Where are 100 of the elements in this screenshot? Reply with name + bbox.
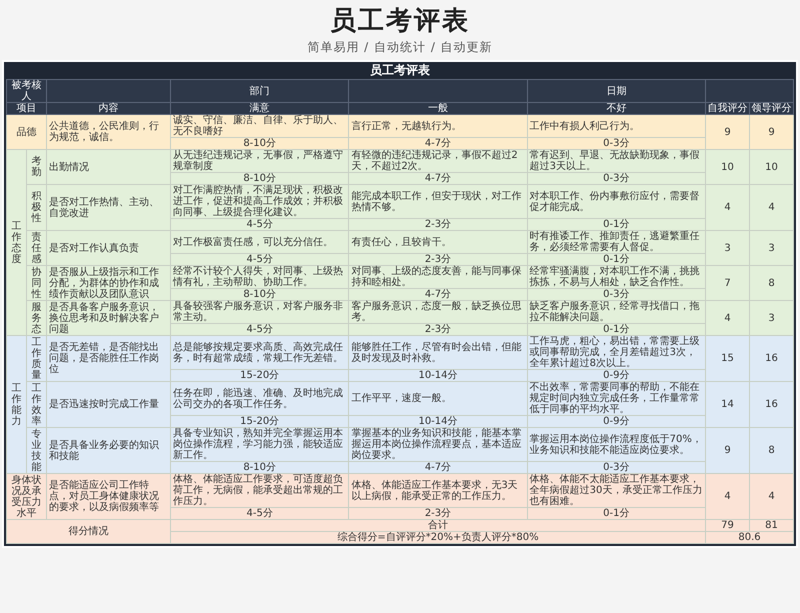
table-cell: 体格、体能适应工作基本要求，无3天以上病假，能承受正常的工作压力。 xyxy=(348,474,528,508)
table-cell: 0-1分 xyxy=(527,218,706,230)
table-cell: 8-10分 xyxy=(170,462,349,474)
table-cell: 是否对工作热情、主动、自觉改进 xyxy=(46,184,170,230)
table-cell: 是否迅速按时完成工作量 xyxy=(46,382,170,428)
table-cell: 经常牢骚满腹，对本职工作不满，挑挑拣拣，不易与人相处，缺乏合作性。 xyxy=(527,266,706,288)
header-cell: 领导评分 xyxy=(750,102,794,114)
header-cell: 不好 xyxy=(527,102,706,114)
table-cell: 诚实、守信、廉洁、自律、乐于助人、无不良嗜好 xyxy=(170,114,349,138)
table-cell: 10 xyxy=(706,150,750,184)
table-cell: 体格、体能不太能适应工作基本要求，全年病假超过30天，承受正常工作压力也有困难。 xyxy=(527,474,706,508)
table-cell: 4-7分 xyxy=(348,462,528,474)
table-cell: 出勤情况 xyxy=(46,150,170,184)
table-cell: 品德 xyxy=(6,114,46,150)
table-cell: 2-3分 xyxy=(348,218,528,230)
table-cell: 2-3分 xyxy=(348,254,528,266)
table-cell: 0-1分 xyxy=(527,324,706,336)
table-cell: 有责任心，且较肯干。 xyxy=(348,230,528,254)
table-cell: 缺乏客户服务意识，经常寻找借口，拖拉不能解决问题。 xyxy=(527,300,706,324)
table-cell: 身体状况及承受压力水平 xyxy=(6,474,46,520)
header-cell: 被考核人 xyxy=(6,80,46,102)
table-cell: 3 xyxy=(750,300,794,336)
header-cell: 满意 xyxy=(170,102,349,114)
table-cell: 8 xyxy=(750,428,794,474)
table-cell: 有轻微的违纪违规记录，事假不超过2天，不超过2次。 xyxy=(348,150,528,172)
table-cell: 从无违纪违规记录，无事假，严格遵守规章制度 xyxy=(170,150,349,172)
table-cell: 对本职工作、份内事敷衍应付，需要督促才能完成。 xyxy=(527,184,706,218)
table-cell: 服务态 xyxy=(26,300,46,336)
table-cell: 是否具备业务必要的知识和技能 xyxy=(46,428,170,474)
table-cell: 经常不计较个人得失，对同事、上级热情有礼，主动帮助、协助工作。 xyxy=(170,266,349,288)
table-cell: 4-7分 xyxy=(348,138,528,150)
table-cell: 8-10分 xyxy=(170,288,349,300)
table-cell: 4-5分 xyxy=(170,254,349,266)
subtitle: 简单易用 / 自动统计 / 自动更新 xyxy=(307,40,493,55)
table-cell: 考勤 xyxy=(26,150,46,184)
table-cell: 2-3分 xyxy=(348,508,528,520)
header-cell: 自我评分 xyxy=(706,102,750,114)
table-cell: 能完成本职工作，但安于现状，对工作热情不够。 xyxy=(348,184,528,218)
table-cell: 工作态度 xyxy=(6,150,26,336)
table-cell: 对工作满腔热情，不满足现状，积极改进工作，促进和提高工作成效；并积极向同事、上级提合理化建议。 xyxy=(170,184,349,218)
table-cell: 10 xyxy=(750,150,794,184)
table-cell: 是否能适应公司工作特点，对员工身体健康状况的要求，以及病假频率等 xyxy=(46,474,170,520)
table-cell: 工作马虎，粗心，易出错，常需要上级或同事帮助完成，全月差错超过3次，全年累计超过8次以上。 xyxy=(527,336,706,370)
sheet-title: 员工考评表 xyxy=(369,63,431,78)
table-cell: 2-3分 xyxy=(348,324,528,336)
table-cell: 具备较强客户服务意识，对客户服务非常主动。 xyxy=(170,300,349,324)
table-cell: 15-20分 xyxy=(170,370,349,382)
table-cell: 工作平平，速度一般。 xyxy=(348,382,528,416)
table-cell: 4-7分 xyxy=(348,288,528,300)
table-cell: 掌握基本的业务知识和技能，能基本掌握运用本岗位操作流程要点，基本适应岗位要求。 xyxy=(348,428,528,462)
table-cell: 工作中有损人利己行为。 xyxy=(527,114,706,138)
table-cell: 是否无差错，是否能找出问题，是否能胜任工作岗位 xyxy=(46,336,170,382)
table-cell: 积极性 xyxy=(26,184,46,230)
table-cell: 0-3分 xyxy=(527,288,706,300)
table-cell: 对同事、上级的态度友善，能与同事保持和睦相处。 xyxy=(348,266,528,288)
table-cell: 任务在即，能迅速、准确、及时地完成公司交办的各项工作任务。 xyxy=(170,382,349,416)
table-cell: 4 xyxy=(750,184,794,230)
table-cell: 能够胜任工作，尽管有时会出错，但能及时发现及时补救。 xyxy=(348,336,528,370)
table-cell: 工作能力 xyxy=(6,336,26,474)
table-cell: 16 xyxy=(750,382,794,428)
page-title: 员工考评表 xyxy=(330,6,470,36)
table-cell: 不出效率，常需要同事的帮助，不能在规定时间内独立完成任务，工作量常常低于同事的平均水平。 xyxy=(527,382,706,416)
header-cell: 项目 xyxy=(6,102,46,114)
table-cell: 4 xyxy=(706,184,750,230)
table-cell: 总是能够按规定要求高质、高效完成任务，时有超常成绩，常规工作无差错。 xyxy=(170,336,349,370)
table-cell: 公共道德，公民准则，行为规范，诚信。 xyxy=(46,114,170,150)
table-cell: 言行正常，无越轨行为。 xyxy=(348,114,528,138)
table-cell: 工作质量 xyxy=(26,336,46,382)
table-cell: 81 xyxy=(750,520,794,532)
table-cell: 4-5分 xyxy=(170,508,349,520)
table-cell: 0-9分 xyxy=(527,416,706,428)
table-cell: 7 xyxy=(706,266,750,300)
table-cell: 体格、体能适应工作要求，可适度超负荷工作，无病假，能承受超出常规的工作压力。 xyxy=(170,474,349,508)
table-cell: 是否对工作认真负责 xyxy=(46,230,170,266)
table-cell: 3 xyxy=(706,230,750,266)
table-cell: 时有推诿工作、推卸责任，逃避繁重任务，必须经常需要有人督促。 xyxy=(527,230,706,254)
table-cell: 4 xyxy=(706,474,750,520)
header-cell: 部门 xyxy=(170,80,349,102)
table-cell: 具备专业知识，熟知并完全掌握运用本岗位操作流程，学习能力强，能较适应新工作。 xyxy=(170,428,349,462)
table-cell: 8-10分 xyxy=(170,172,349,184)
table-cell: 16 xyxy=(750,336,794,382)
table-cell: 9 xyxy=(706,114,750,150)
table-cell: 综合得分=自评评分*20%+负责人评分*80% xyxy=(170,532,706,544)
table-cell: 79 xyxy=(706,520,750,532)
table-cell: 4-7分 xyxy=(348,172,528,184)
table-cell: 4-5分 xyxy=(170,218,349,230)
table-cell: 9 xyxy=(750,114,794,150)
table-cell: 工作效率 xyxy=(26,382,46,428)
table-cell: 掌握运用本岗位操作流程度低于70%，业务知识和技能不能适应岗位要求。 xyxy=(527,428,706,462)
table-cell: 4 xyxy=(706,300,750,336)
table-cell: 15 xyxy=(706,336,750,382)
table-cell: 9 xyxy=(706,428,750,474)
table-cell: 专业技能 xyxy=(26,428,46,474)
table-cell: 80.6 xyxy=(706,532,794,544)
table-cell: 是否具备客户服务意识，换位思考和及时解决客户问题 xyxy=(46,300,170,336)
header-cell: 日期 xyxy=(527,80,706,102)
header-cell: 一般 xyxy=(348,102,528,114)
table-cell: 8 xyxy=(750,266,794,300)
table-cell: 客户服务意识，态度一般，缺乏换位思考。 xyxy=(348,300,528,324)
table-cell: 3 xyxy=(750,230,794,266)
